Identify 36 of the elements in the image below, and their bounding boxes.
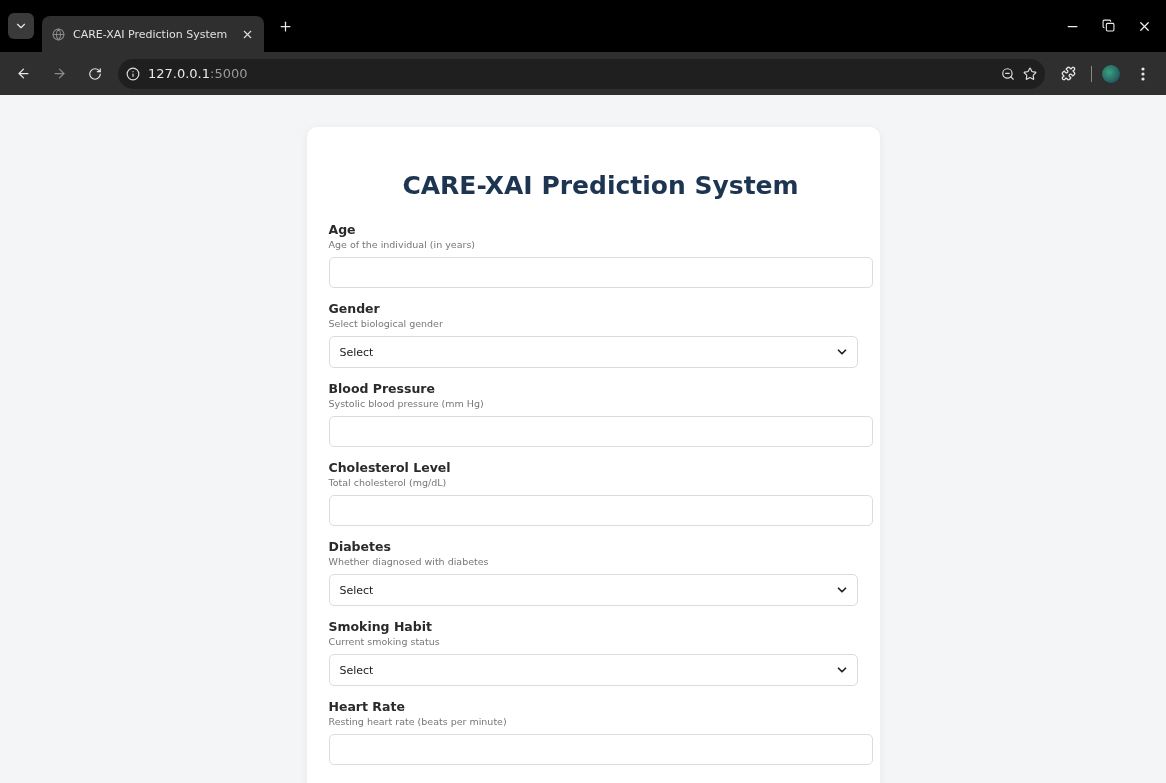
forward-arrow-icon	[51, 66, 67, 81]
tab-search-button[interactable]	[8, 13, 34, 39]
browser-tab[interactable]: CARE-XAI Prediction System	[42, 16, 264, 52]
input-field[interactable]	[328, 416, 873, 447]
select-dropdown[interactable]: Select	[328, 654, 858, 686]
field-hint: Current smoking status	[328, 635, 441, 648]
puzzle-icon	[1060, 66, 1076, 81]
form-title: CARE-XAI Prediction System	[401, 171, 800, 200]
field-hint: Systolic blood pressure (mm Hg)	[328, 397, 485, 410]
bookmark-star-icon[interactable]	[1023, 66, 1037, 81]
field-label: Cholesterol Level	[328, 460, 452, 476]
select-dropdown[interactable]: Select	[328, 336, 858, 368]
field-label: Diabetes	[328, 539, 392, 555]
field-label: Age	[328, 222, 357, 238]
more-icon	[1141, 66, 1145, 81]
field-hint: Resting heart rate (beats per minute)	[328, 715, 508, 728]
plus-icon	[277, 18, 293, 34]
field-hint: Age of the individual (in years)	[328, 238, 477, 251]
input-field[interactable]	[328, 734, 873, 765]
field-label: Smoking Habit	[328, 619, 433, 635]
address-bar[interactable]: 127.0.0.1:5000	[118, 58, 1045, 89]
select-dropdown[interactable]: Select	[328, 574, 858, 606]
reload-icon	[88, 66, 102, 81]
restore-icon[interactable]	[1102, 18, 1115, 32]
input-field[interactable]	[328, 495, 873, 526]
field-hint: Total cholesterol (mg/dL)	[328, 476, 448, 489]
field-hint: Select biological gender	[328, 317, 444, 330]
zoom-icon[interactable]	[1001, 66, 1015, 81]
field-hint: Whether diagnosed with diabetes	[328, 555, 490, 568]
globe-icon	[52, 27, 65, 41]
field-label: Gender	[328, 301, 381, 317]
profile-avatar[interactable]	[1102, 64, 1120, 83]
field-label: Heart Rate	[328, 699, 406, 715]
input-field[interactable]	[328, 257, 873, 288]
info-icon[interactable]	[126, 66, 140, 81]
field-label: Blood Pressure	[328, 381, 436, 397]
